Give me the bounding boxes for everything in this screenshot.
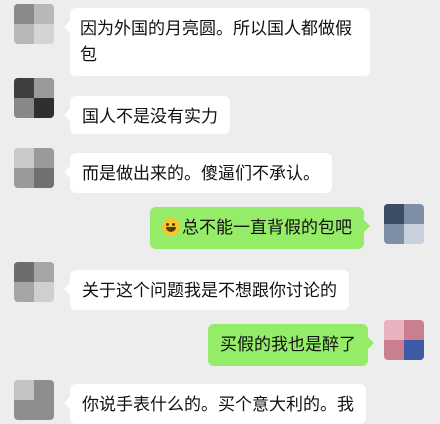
laughing-face-icon [162,218,180,236]
message-text: 因为外国的月亮圆。所以国人都做假包 [80,19,352,65]
message-text: 关于这个问题我是不想跟你讨论的 [82,281,337,301]
message-bubble-incoming[interactable]: 你说手表什么的。买个意大利的。我 [64,384,366,424]
avatar[interactable] [14,262,54,302]
message-text: 而是做出来的。傻逼们不承认。 [82,164,320,184]
avatar[interactable] [14,78,54,118]
avatar[interactable] [384,320,424,360]
message-bubble-incoming[interactable]: 因为外国的月亮圆。所以国人都做假包 [64,8,370,76]
message-bubble-incoming[interactable]: 关于这个问题我是不想跟你讨论的 [64,270,349,310]
message-text: 国人不是没有实力 [82,107,218,127]
message-bubble-outgoing[interactable]: 总不能一直背假的包吧 [150,207,370,249]
message-text: 总不能一直背假的包吧 [182,218,352,238]
avatar[interactable] [384,204,424,244]
avatar[interactable] [14,380,54,420]
avatar[interactable] [14,148,54,188]
message-text: 买假的我也是醉了 [220,335,356,355]
message-bubble-outgoing[interactable]: 买假的我也是醉了 [208,324,374,366]
message-bubble-incoming[interactable]: 国人不是没有实力 [64,96,230,134]
message-bubble-incoming[interactable]: 而是做出来的。傻逼们不承认。 [64,153,332,193]
avatar[interactable] [14,4,54,44]
message-text: 你说手表什么的。买个意大利的。我 [82,395,354,415]
